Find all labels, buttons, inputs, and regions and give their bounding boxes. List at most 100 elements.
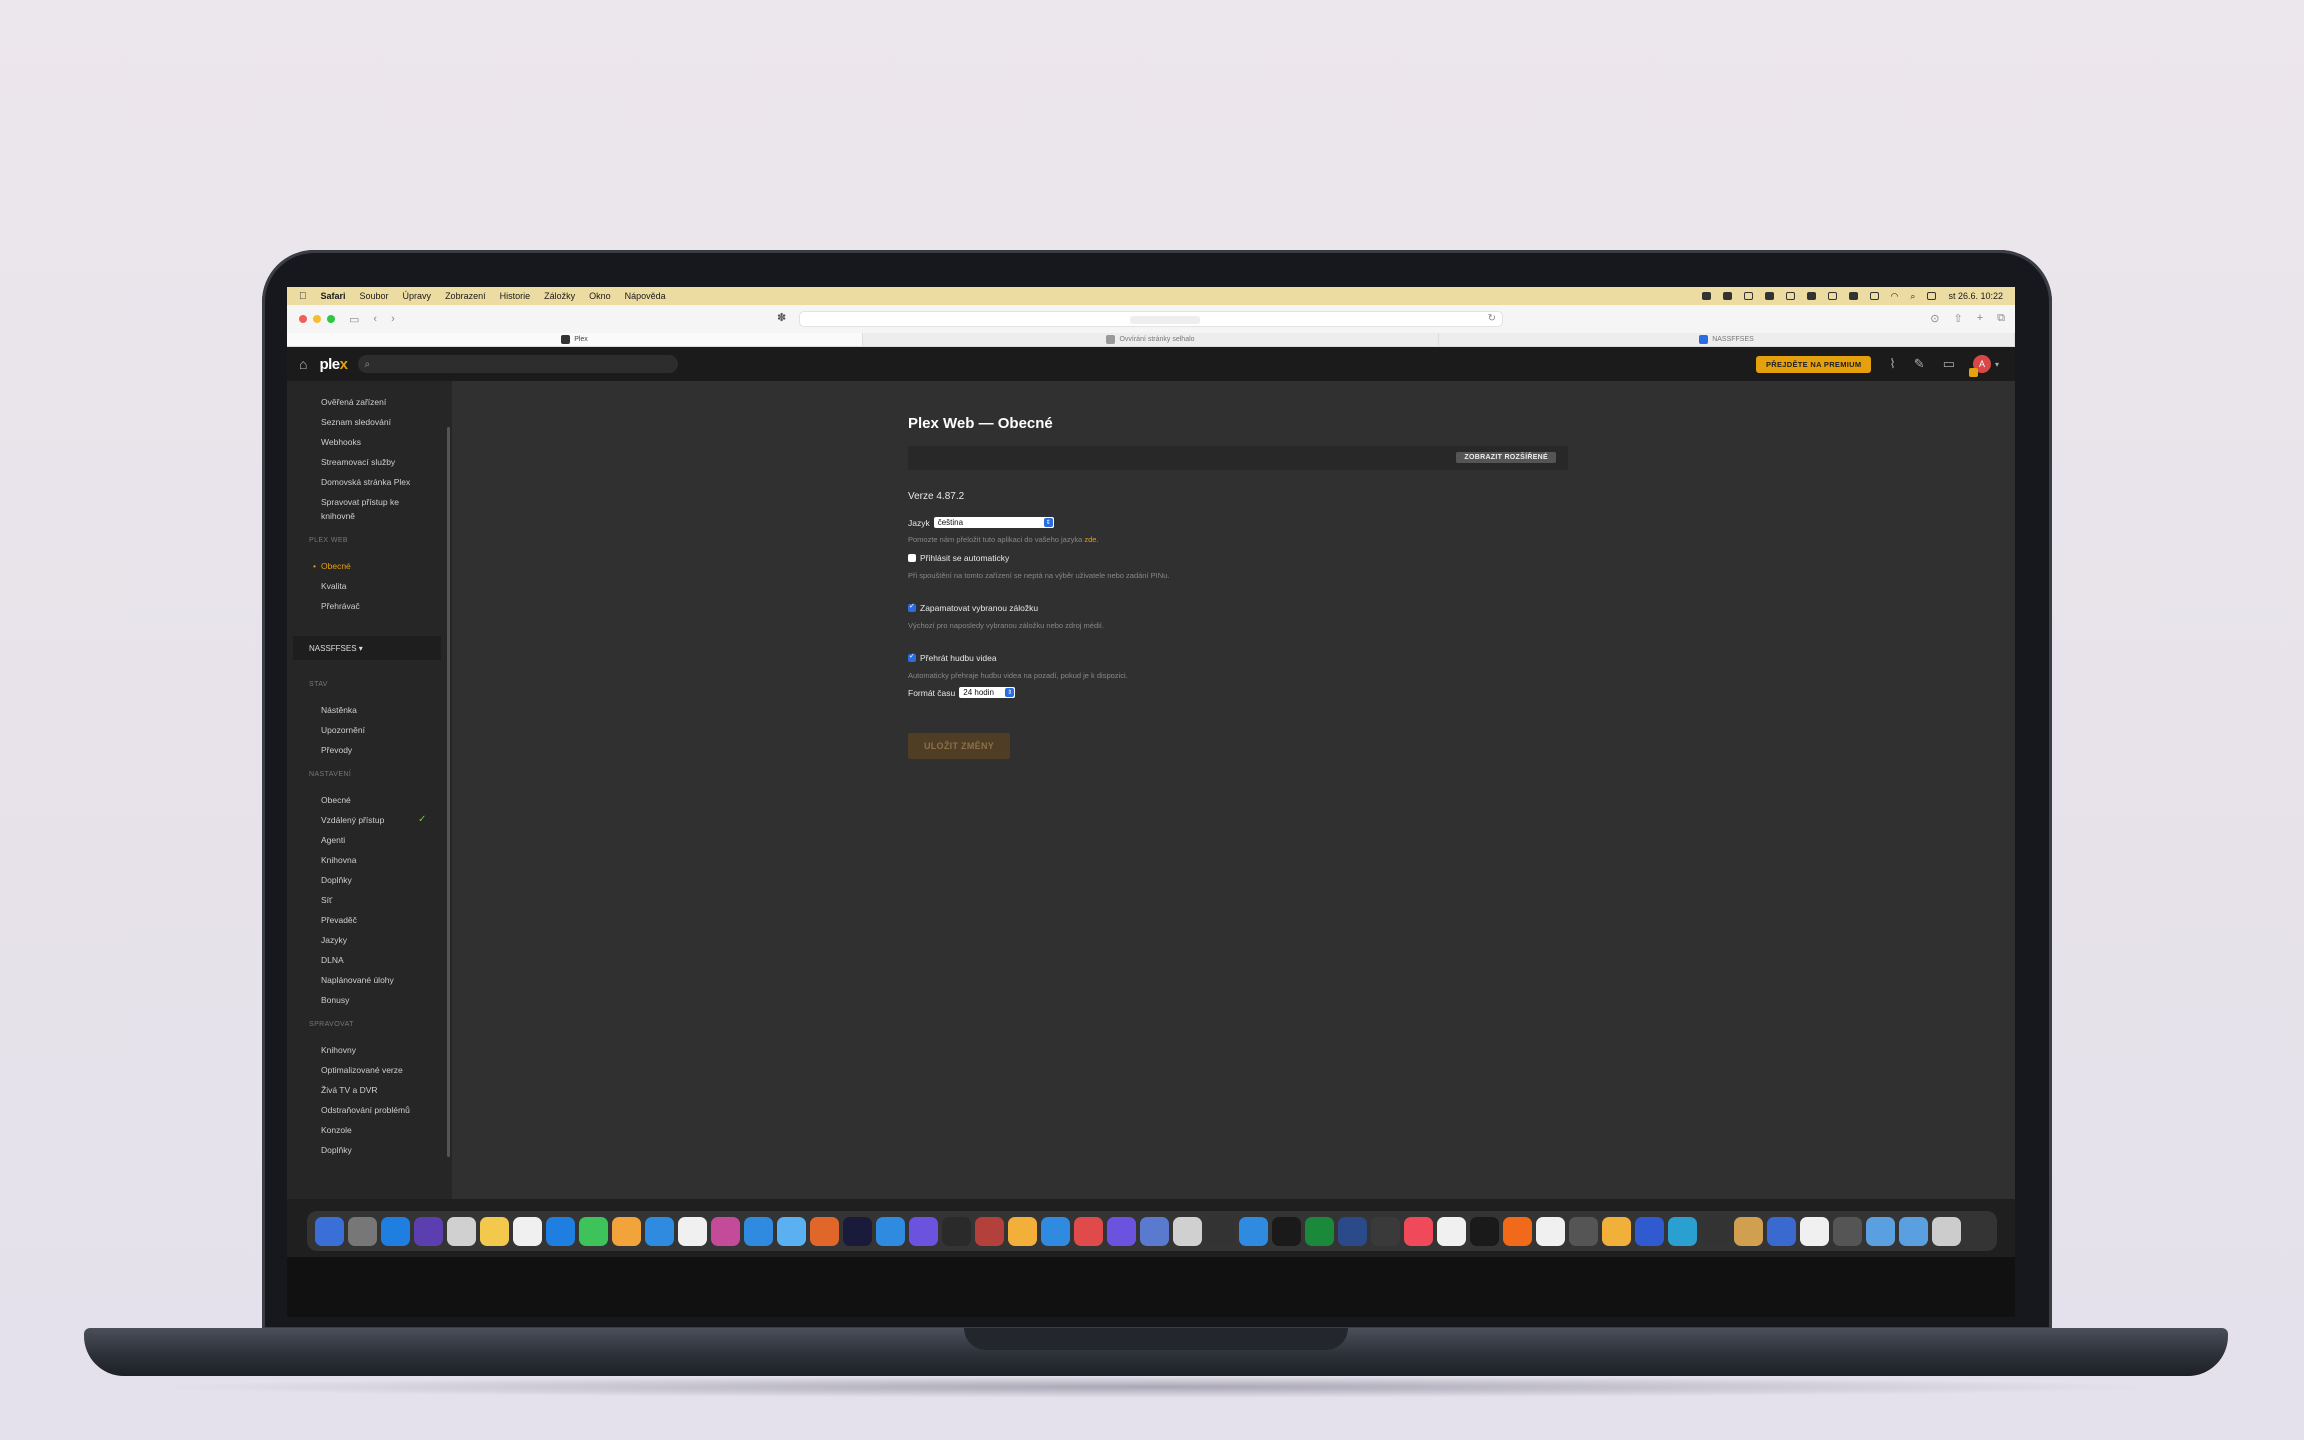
- show-advanced-button[interactable]: ZOBRAZIT ROZŠÍŘENÉ: [1456, 452, 1556, 463]
- dock-app-icon[interactable]: [810, 1216, 839, 1246]
- dock-app-icon[interactable]: [1272, 1216, 1301, 1246]
- sidebar-item-conversions[interactable]: Převody: [321, 745, 352, 756]
- translate-link[interactable]: zde.: [1084, 535, 1098, 544]
- dock-app-icon[interactable]: [315, 1216, 344, 1246]
- server-selector[interactable]: NASSFFSES ▾: [293, 636, 441, 660]
- back-icon[interactable]: ‹: [373, 313, 377, 325]
- sidebar-item-console[interactable]: Konzole: [321, 1125, 352, 1136]
- dock-app-icon[interactable]: [909, 1216, 938, 1246]
- dock-app-icon[interactable]: [1140, 1216, 1169, 1246]
- dock-app-icon[interactable]: [348, 1216, 377, 1246]
- new-tab-icon[interactable]: +: [1977, 312, 1983, 325]
- sidebar-item-plex-home[interactable]: Domovská stránka Plex: [321, 477, 410, 488]
- dock-app-icon[interactable]: [1536, 1216, 1565, 1246]
- sidebar-item-authorized-devices[interactable]: Ověřená zařízení: [321, 397, 386, 408]
- dock-app-icon[interactable]: [1602, 1216, 1631, 1246]
- save-changes-button[interactable]: ULOŽIT ZMĚNY: [908, 733, 1010, 759]
- auto-signin-checkbox[interactable]: [908, 554, 916, 562]
- sidebar-item-libraries[interactable]: Knihovny: [321, 1045, 356, 1056]
- dock-app-icon[interactable]: [1206, 1216, 1235, 1246]
- sidebar-item-plugins-manage[interactable]: Doplňky: [321, 1145, 352, 1156]
- dock-app-icon[interactable]: [1734, 1216, 1763, 1246]
- sidebar-item-scheduled-tasks[interactable]: Naplánované úlohy: [321, 975, 394, 986]
- dock-app-icon[interactable]: [1800, 1216, 1829, 1246]
- dock-app-icon[interactable]: [1338, 1216, 1367, 1246]
- menu-upravy[interactable]: Úpravy: [403, 291, 432, 301]
- dock-app-icon[interactable]: [1635, 1216, 1664, 1246]
- apple-icon[interactable]: : [299, 291, 307, 302]
- dock-app-icon[interactable]: [1833, 1216, 1862, 1246]
- dock-app-icon[interactable]: [579, 1216, 608, 1246]
- dock-app-icon[interactable]: [711, 1216, 740, 1246]
- dock-app-icon[interactable]: [1503, 1216, 1532, 1246]
- dock-app-icon[interactable]: [414, 1216, 443, 1246]
- menu-soubor[interactable]: Soubor: [360, 291, 389, 301]
- dock-app-icon[interactable]: [1008, 1216, 1037, 1246]
- menu-napoveda[interactable]: Nápověda: [625, 291, 666, 301]
- dock-app-icon[interactable]: [381, 1216, 410, 1246]
- menu-historie[interactable]: Historie: [500, 291, 531, 301]
- sidebar-item-live-tv-dvr[interactable]: Živá TV a DVR: [321, 1085, 378, 1096]
- sidebar-item-languages[interactable]: Jazyky: [321, 935, 347, 946]
- sidebar-item-general[interactable]: Obecné: [321, 795, 351, 806]
- search-icon[interactable]: ⌕: [1910, 291, 1915, 302]
- wifi-icon[interactable]: ◠: [1891, 291, 1899, 302]
- dock-app-icon[interactable]: [876, 1216, 905, 1246]
- chevron-down-icon[interactable]: ▾: [1995, 360, 1999, 369]
- sidebar-item-remote-access[interactable]: Vzdálený přístup: [321, 815, 384, 826]
- dock-app-icon[interactable]: [612, 1216, 641, 1246]
- sidebar-item-extras[interactable]: Bonusy: [321, 995, 349, 1006]
- dock-app-icon[interactable]: [1866, 1216, 1895, 1246]
- menu-zobrazeni[interactable]: Zobrazení: [445, 291, 486, 301]
- tab-overview-icon[interactable]: ⧉: [1997, 312, 2005, 325]
- status-icon[interactable]: [1848, 292, 1858, 300]
- menu-okno[interactable]: Okno: [589, 291, 611, 301]
- dock-app-icon[interactable]: [1239, 1216, 1268, 1246]
- status-icon[interactable]: [1827, 292, 1837, 300]
- go-premium-button[interactable]: PŘEJDĚTE NA PREMIUM: [1755, 355, 1872, 373]
- sidebar-item-network[interactable]: Síť: [321, 895, 332, 906]
- sidebar-item-streaming-services[interactable]: Streamovací služby: [321, 457, 395, 468]
- sidebar-item-library-access[interactable]: Spravovat přístup ke: [321, 497, 399, 508]
- forward-icon[interactable]: ›: [391, 313, 395, 325]
- zoom-window-icon[interactable]: [327, 315, 335, 323]
- dock-app-icon[interactable]: [1569, 1216, 1598, 1246]
- camera-icon[interactable]: [1722, 292, 1732, 300]
- menu-zalozky[interactable]: Záložky: [544, 291, 575, 301]
- dock-app-icon[interactable]: [1074, 1216, 1103, 1246]
- reload-icon[interactable]: ↻: [1488, 313, 1496, 324]
- menu-safari[interactable]: Safari: [321, 291, 346, 301]
- sidebar-item-player[interactable]: Přehrávač: [321, 601, 360, 612]
- close-window-icon[interactable]: [299, 315, 307, 323]
- avatar[interactable]: A: [1968, 355, 1991, 377]
- sidebar-item-library[interactable]: Knihovna: [321, 855, 356, 866]
- sidebar-item-general-web[interactable]: Obecné: [313, 561, 351, 572]
- dock-app-icon[interactable]: [1767, 1216, 1796, 1246]
- dock-app-icon[interactable]: [744, 1216, 773, 1246]
- dock-app-icon[interactable]: [645, 1216, 674, 1246]
- status-icon[interactable]: [1764, 292, 1774, 300]
- sidebar-toggle-icon[interactable]: ▭: [349, 313, 359, 326]
- sidebar-item-alerts[interactable]: Upozornění: [321, 725, 365, 736]
- dock-app-icon[interactable]: [546, 1216, 575, 1246]
- dock-app-icon[interactable]: [975, 1216, 1004, 1246]
- menubar-clock[interactable]: st 26.6. 10:22: [1948, 291, 2003, 301]
- dock-app-icon[interactable]: [1668, 1216, 1697, 1246]
- dock-app-icon[interactable]: [777, 1216, 806, 1246]
- sidebar-item-webhooks[interactable]: Webhooks: [321, 437, 361, 448]
- tab-plex[interactable]: Plex: [287, 333, 863, 346]
- language-select[interactable]: čeština ⇕: [933, 517, 1054, 528]
- battery-icon[interactable]: [1869, 292, 1879, 300]
- dock-app-icon[interactable]: [1437, 1216, 1466, 1246]
- dock-app-icon[interactable]: [1470, 1216, 1499, 1246]
- control-center-icon[interactable]: [1927, 292, 1937, 300]
- sidebar-item-troubleshooting[interactable]: Odstraňování problémů: [321, 1105, 410, 1116]
- dock-app-icon[interactable]: [1932, 1216, 1961, 1246]
- sidebar-item-dashboard[interactable]: Nástěnka: [321, 705, 357, 716]
- sidebar-item-plugins[interactable]: Doplňky: [321, 875, 352, 886]
- status-icon[interactable]: [1806, 292, 1816, 300]
- cast-icon[interactable]: ▭: [1943, 356, 1955, 372]
- dock-app-icon[interactable]: [1173, 1216, 1202, 1246]
- address-bar[interactable]: ↻: [799, 311, 1503, 327]
- sidebar-item-agents[interactable]: Agenti: [321, 835, 345, 846]
